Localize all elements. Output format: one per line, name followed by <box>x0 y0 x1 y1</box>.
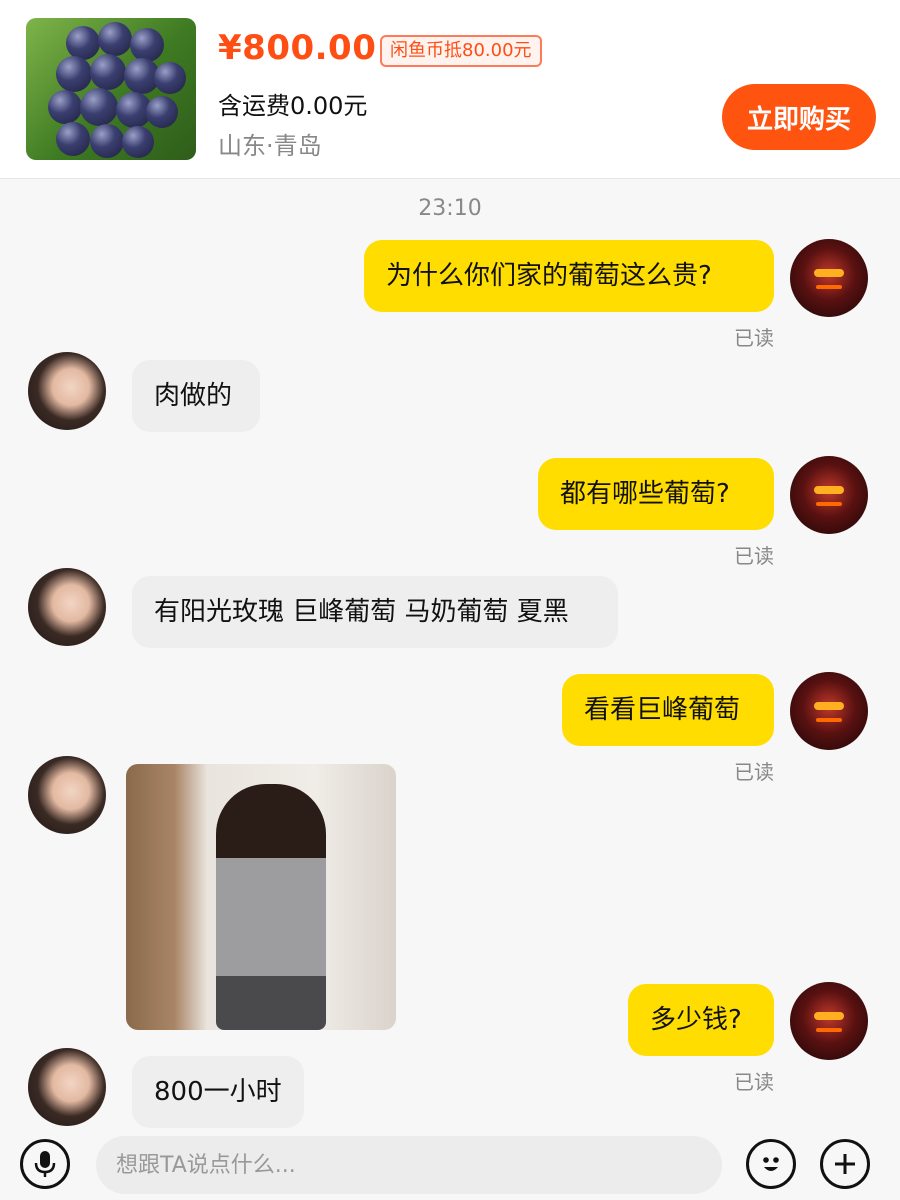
read-receipt: 已读 <box>734 1070 774 1094</box>
read-receipt: 已读 <box>734 760 774 784</box>
message-bubble-sent[interactable]: 多少钱? <box>628 984 774 1056</box>
seller-avatar[interactable] <box>28 352 106 430</box>
my-avatar[interactable] <box>790 456 868 534</box>
my-avatar[interactable] <box>790 982 868 1060</box>
message-bubble-sent[interactable]: 都有哪些葡萄? <box>538 458 774 530</box>
coin-deduct-badge: 闲鱼币抵80.00元 <box>380 35 542 67</box>
seller-avatar[interactable] <box>28 756 106 834</box>
product-header: ¥800.00 闲鱼币抵80.00元 含运费0.00元 山东·青岛 立即购买 <box>0 0 900 179</box>
read-receipt: 已读 <box>734 326 774 350</box>
chat-timestamp: 23:10 <box>418 196 482 221</box>
buy-now-button[interactable]: 立即购买 <box>722 84 876 150</box>
grape-shape <box>56 122 90 156</box>
grape-shape <box>146 96 178 128</box>
shipping-fee: 含运费0.00元 <box>218 92 368 120</box>
product-thumbnail[interactable] <box>26 18 196 160</box>
composer-bar <box>0 1128 900 1200</box>
message-input[interactable] <box>96 1136 722 1194</box>
grape-shape <box>130 28 164 62</box>
grape-shape <box>154 62 186 94</box>
message-bubble-received[interactable]: 肉做的 <box>132 360 260 432</box>
grape-shape <box>122 126 154 158</box>
plus-icon[interactable] <box>820 1139 870 1189</box>
grape-shape <box>66 26 100 60</box>
message-bubble-received[interactable]: 有阳光玫瑰 巨峰葡萄 马奶葡萄 夏黑 <box>132 576 618 648</box>
microphone-icon[interactable] <box>20 1139 70 1189</box>
grape-shape <box>98 22 132 56</box>
seller-avatar[interactable] <box>28 1048 106 1126</box>
message-bubble-sent[interactable]: 看看巨峰葡萄 <box>562 674 774 746</box>
grape-shape <box>90 124 124 158</box>
product-price: ¥800.00 <box>218 28 377 68</box>
seller-location: 山东·青岛 <box>218 132 322 160</box>
grape-shape <box>48 90 82 124</box>
grape-shape <box>56 56 92 92</box>
photo-figure <box>216 784 326 1030</box>
image-message[interactable] <box>126 764 396 1030</box>
read-receipt: 已读 <box>734 544 774 568</box>
emoji-icon[interactable] <box>746 1139 796 1189</box>
message-bubble-received[interactable]: 800一小时 <box>132 1056 304 1128</box>
grape-shape <box>80 88 118 126</box>
seller-avatar[interactable] <box>28 568 106 646</box>
grape-shape <box>90 54 126 90</box>
my-avatar[interactable] <box>790 672 868 750</box>
my-avatar[interactable] <box>790 239 868 317</box>
message-bubble-sent[interactable]: 为什么你们家的葡萄这么贵? <box>364 240 774 312</box>
